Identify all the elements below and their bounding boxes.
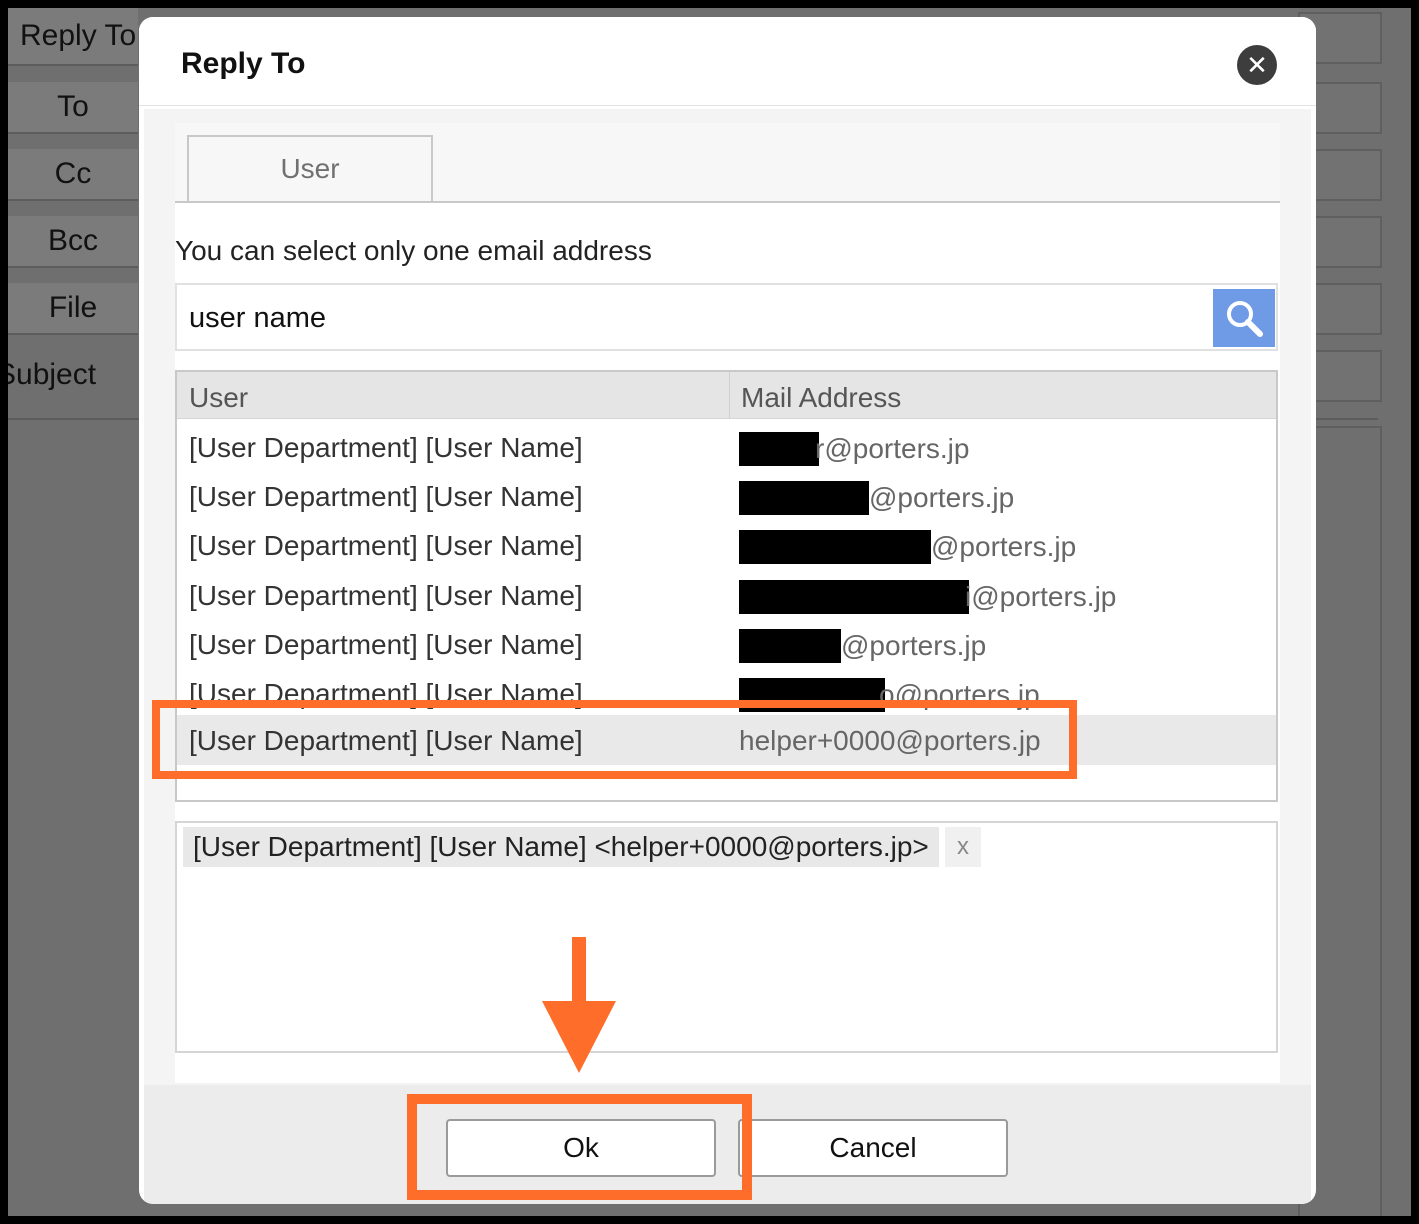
table-row[interactable]: [User Department] [User Name] i@porters.…: [177, 572, 1276, 621]
to-label: To: [8, 82, 138, 134]
highlight-selected-row: [152, 700, 1077, 779]
bcc-label: Bcc: [8, 216, 138, 268]
cc-label: Cc: [8, 149, 138, 201]
search-button[interactable]: [1213, 289, 1275, 347]
highlight-ok-button: [407, 1094, 752, 1200]
row-mail: @porters.jp: [739, 629, 986, 663]
remove-recipient-button[interactable]: x: [945, 827, 981, 867]
search-input[interactable]: [187, 293, 1201, 343]
row-mail: @porters.jp: [739, 481, 1014, 515]
column-divider: [729, 372, 730, 418]
selected-recipients-box: [User Department] [User Name] <helper+00…: [175, 821, 1278, 1053]
file-label: File: [8, 283, 138, 335]
close-icon[interactable]: ✕: [1237, 45, 1277, 85]
selection-hint: You can select only one email address: [175, 235, 652, 266]
row-user: [User Department] [User Name]: [189, 580, 583, 611]
dialog-header: Reply To ✕: [139, 17, 1316, 106]
table-row[interactable]: [User Department] [User Name] @porters.j…: [177, 473, 1276, 522]
selected-recipient-chip: [User Department] [User Name] <helper+00…: [183, 827, 939, 867]
redaction-bar: [739, 481, 869, 515]
redaction-bar: [739, 530, 931, 564]
redaction-bar: [739, 580, 969, 614]
tab-bar: User: [175, 123, 1280, 203]
column-header-mail: Mail Address: [741, 382, 902, 413]
dialog-title: Reply To: [181, 47, 306, 80]
dialog-panel: User You can select only one email addre…: [175, 123, 1280, 1083]
table-row[interactable]: [User Department] [User Name] @porters.j…: [177, 621, 1276, 670]
reply-to-dialog: Reply To ✕ User You can select only one …: [139, 17, 1316, 1204]
down-arrow-icon: [542, 937, 616, 1073]
row-mail: i@porters.jp: [739, 580, 1116, 614]
table-row[interactable]: [User Department] [User Name] @porters.j…: [177, 522, 1276, 571]
row-user: [User Department] [User Name]: [189, 432, 583, 463]
search-box: [175, 283, 1278, 351]
search-icon: [1227, 301, 1263, 337]
redaction-bar: [739, 432, 819, 466]
row-mail: @porters.jp: [739, 530, 1076, 564]
table-row[interactable]: [User Department] [User Name] r@porters.…: [177, 424, 1276, 473]
tab-user[interactable]: User: [187, 135, 433, 201]
dialog-body: User You can select only one email addre…: [144, 109, 1311, 1099]
row-mail: r@porters.jp: [739, 432, 969, 466]
redaction-bar: [739, 629, 841, 663]
row-user: [User Department] [User Name]: [189, 629, 583, 660]
subject-label: Subject: [8, 358, 97, 391]
column-header-user: User: [189, 382, 249, 413]
cancel-button[interactable]: Cancel: [738, 1119, 1008, 1177]
row-user: [User Department] [User Name]: [189, 530, 583, 561]
table-header: User Mail Address: [177, 372, 1276, 419]
row-user: [User Department] [User Name]: [189, 481, 583, 512]
reply-to-label: Reply To: [8, 8, 138, 66]
